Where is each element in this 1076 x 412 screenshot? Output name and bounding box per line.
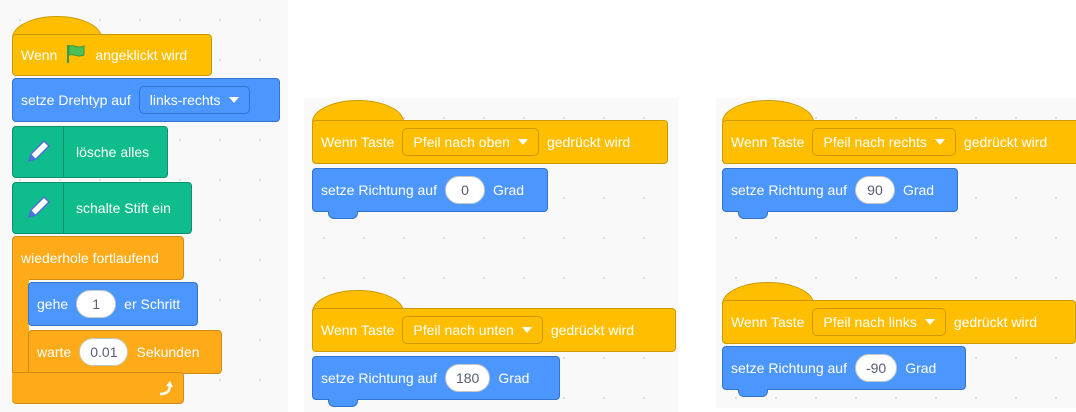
key-dropdown[interactable]: Pfeil nach oben — [402, 128, 539, 156]
point-direction-block[interactable]: setze Richtung auf 90 Grad — [722, 168, 958, 212]
key-dropdown[interactable]: Pfeil nach unten — [402, 316, 543, 344]
when-key-pressed-block[interactable]: Wenn Taste Pfeil nach links gedrückt wir… — [722, 300, 1076, 344]
hat-cap — [722, 100, 814, 122]
block-text: Wenn Taste — [731, 314, 805, 330]
block-text: Wenn Taste — [321, 322, 395, 338]
when-key-pressed-block[interactable]: Wenn Taste Pfeil nach unten gedrückt wir… — [312, 308, 676, 352]
pen-clear-block[interactable]: lösche alles — [12, 126, 168, 178]
block-text: setze Drehtyp auf — [21, 92, 131, 108]
block-text: gedrückt wird — [550, 322, 635, 338]
pen-icon — [13, 127, 64, 177]
key-dropdown[interactable]: Pfeil nach links — [812, 308, 946, 336]
script-panel-2: Wenn Taste Pfeil nach oben gedrückt wird… — [304, 98, 678, 412]
block-notch — [738, 389, 768, 397]
block-text: warte — [37, 344, 72, 360]
block-text: gehe — [37, 296, 69, 312]
steps-input[interactable]: 1 — [76, 290, 117, 318]
block-text: Grad — [902, 182, 935, 198]
green-flag-icon — [65, 44, 87, 66]
block-text: er Schritt — [124, 296, 181, 312]
seconds-input[interactable]: 0.01 — [79, 338, 129, 366]
dropdown-value: Pfeil nach links — [823, 314, 917, 330]
point-direction-block[interactable]: setze Richtung auf 180 Grad — [312, 356, 560, 400]
dropdown-value: links-rechts — [149, 92, 221, 108]
block-notch — [738, 211, 768, 219]
block-text: Wenn Taste — [321, 134, 395, 150]
direction-input[interactable]: 90 — [854, 176, 895, 204]
block-text: Wenn — [21, 47, 58, 63]
block-notch — [328, 399, 358, 407]
chevron-down-icon — [521, 327, 532, 333]
pen-icon — [13, 183, 64, 233]
dropdown-value: Pfeil nach unten — [413, 322, 514, 338]
direction-input[interactable]: 0 — [444, 176, 485, 204]
loop-arrow-icon — [156, 380, 174, 403]
block-text: schalte Stift ein — [76, 200, 171, 216]
chevron-down-icon — [934, 139, 945, 145]
script-panel-3: Wenn Taste Pfeil nach rechts gedrückt wi… — [716, 98, 1076, 408]
block-text: setze Richtung auf — [731, 360, 847, 376]
forever-loop-block[interactable]: wiederhole fortlaufend — [12, 236, 184, 280]
hat-cap — [312, 100, 404, 122]
block-text: Grad — [905, 360, 937, 376]
direction-input[interactable]: -90 — [854, 354, 898, 382]
block-text: gedrückt wird — [546, 134, 631, 150]
block-text: lösche alles — [76, 144, 150, 160]
block-notch — [328, 211, 358, 219]
chevron-down-icon — [924, 319, 935, 325]
block-text: Grad — [498, 370, 530, 386]
block-text: setze Richtung auf — [321, 370, 437, 386]
dropdown-value: Pfeil nach rechts — [823, 134, 927, 150]
dropdown-value: Pfeil nach oben — [413, 134, 510, 150]
move-steps-block[interactable]: gehe 1 er Schritt — [28, 282, 198, 326]
block-text: Sekunden — [136, 344, 200, 360]
block-text: gedrückt wird — [953, 314, 1038, 330]
chevron-down-icon — [517, 139, 528, 145]
block-text: setze Richtung auf — [321, 182, 437, 198]
when-flag-clicked-block[interactable]: Wenn angeklickt wird — [12, 34, 212, 76]
chevron-down-icon — [228, 97, 239, 103]
block-text: angeklickt wird — [95, 47, 188, 63]
forever-loop-arm — [12, 279, 29, 375]
script-panel-1: Wenn angeklickt wird setze Drehtyp auf l… — [0, 0, 288, 412]
when-key-pressed-block[interactable]: Wenn Taste Pfeil nach oben gedrückt wird — [312, 120, 668, 164]
block-text: Grad — [492, 182, 525, 198]
block-text: setze Richtung auf — [731, 182, 847, 198]
rotation-style-dropdown[interactable]: links-rechts — [138, 86, 250, 114]
set-rotation-style-block[interactable]: setze Drehtyp auf links-rechts — [12, 78, 280, 122]
key-dropdown[interactable]: Pfeil nach rechts — [812, 128, 956, 156]
point-direction-block[interactable]: setze Richtung auf -90 Grad — [722, 346, 966, 390]
when-key-pressed-block[interactable]: Wenn Taste Pfeil nach rechts gedrückt wi… — [722, 120, 1076, 164]
point-direction-block[interactable]: setze Richtung auf 0 Grad — [312, 168, 548, 212]
pen-down-block[interactable]: schalte Stift ein — [12, 182, 192, 234]
block-text: gedrückt wird — [963, 134, 1048, 150]
block-text: Wenn Taste — [731, 134, 805, 150]
direction-input[interactable]: 180 — [444, 364, 491, 392]
block-text: wiederhole fortlaufend — [21, 250, 159, 266]
wait-seconds-block[interactable]: warte 0.01 Sekunden — [28, 330, 222, 374]
